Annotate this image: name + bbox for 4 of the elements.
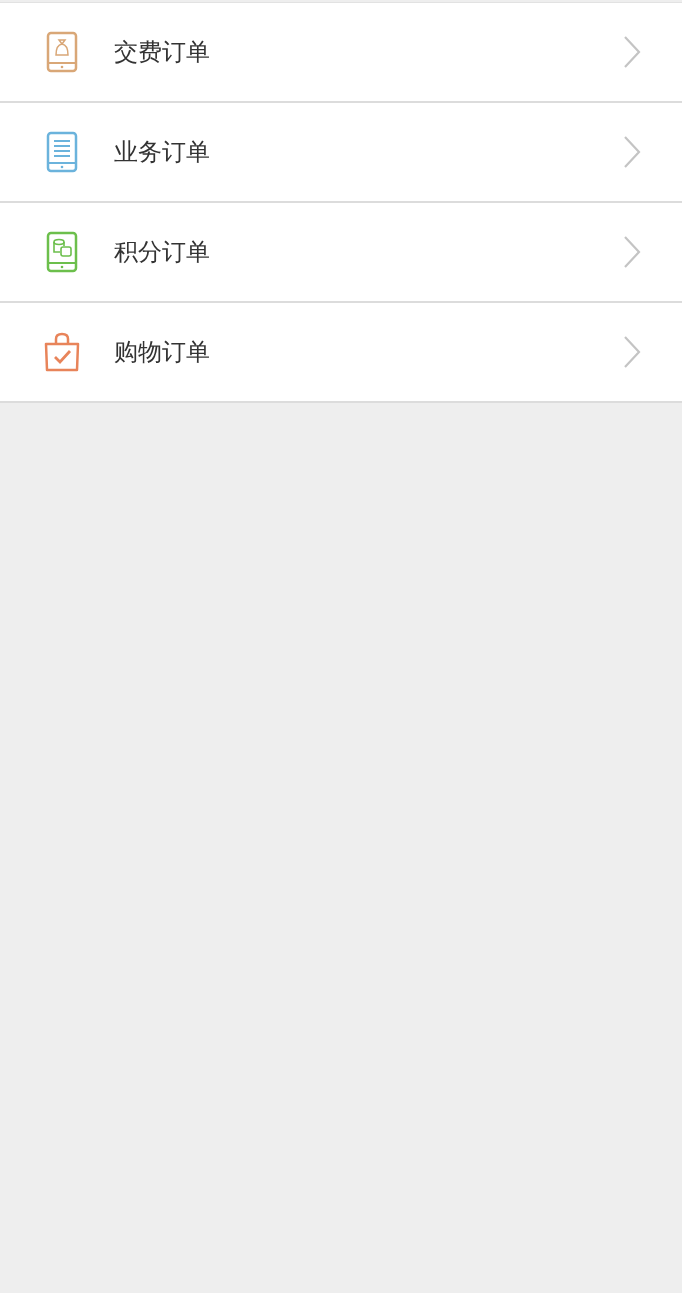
chevron-right-icon — [622, 35, 642, 69]
chevron-right-icon — [622, 335, 642, 369]
chevron-right-icon — [622, 135, 642, 169]
chevron-right-icon — [622, 235, 642, 269]
